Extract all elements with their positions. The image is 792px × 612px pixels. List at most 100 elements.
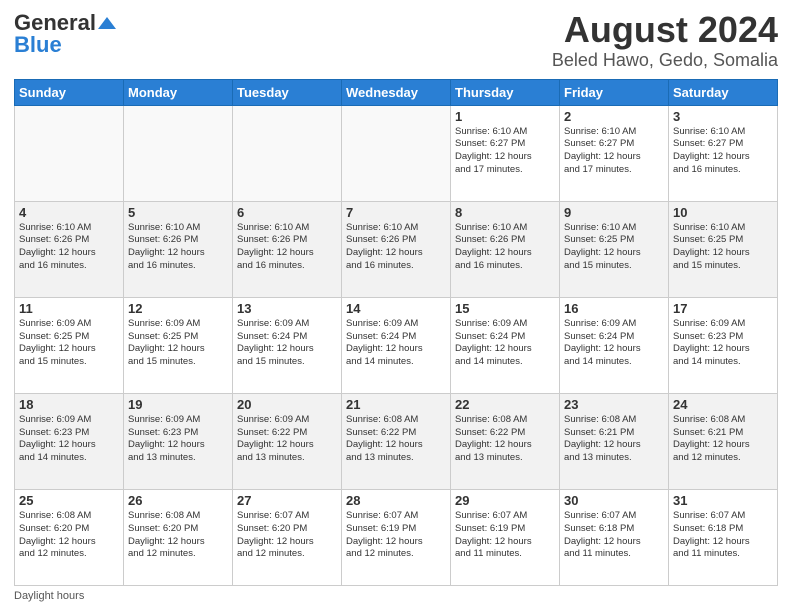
calendar-cell: [15, 105, 124, 201]
day-info: Sunrise: 6:07 AM Sunset: 6:19 PM Dayligh…: [455, 510, 555, 561]
day-number: 13: [237, 301, 337, 316]
footer-note: Daylight hours: [14, 590, 778, 602]
calendar-week-row: 25 Sunrise: 6:08 AM Sunset: 6:20 PM Dayli…: [15, 489, 778, 585]
calendar-cell: 20Sunrise: 6:09 AM Sunset: 6:22 PM Dayli…: [233, 393, 342, 489]
logo-icon: [98, 17, 116, 29]
calendar-cell: 5Sunrise: 6:10 AM Sunset: 6:26 PM Daylig…: [124, 201, 233, 297]
calendar-cell: 1 Sunrise: 6:10 AM Sunset: 6:27 PM Daylig…: [451, 105, 560, 201]
day-number: 8: [455, 205, 555, 220]
day-number: 15: [455, 301, 555, 316]
calendar-cell: 18Sunrise: 6:09 AM Sunset: 6:23 PM Dayli…: [15, 393, 124, 489]
calendar-cell: 12 Sunrise: 6:09 AM Sunset: 6:25 PM Dayli…: [124, 297, 233, 393]
calendar-day-header: Sunday: [15, 79, 124, 105]
day-info: Sunrise: 6:10 AM Sunset: 6:27 PM Dayligh…: [564, 126, 664, 177]
page: General Blue August 2024 Beled Hawo, Ged…: [0, 0, 792, 612]
calendar-cell: 15 Sunrise: 6:09 AM Sunset: 6:24 PM Dayli…: [451, 297, 560, 393]
calendar-cell: 11 Sunrise: 6:09 AM Sunset: 6:25 PM Dayli…: [15, 297, 124, 393]
day-info: Sunrise: 6:10 AM Sunset: 6:27 PM Dayligh…: [673, 126, 773, 177]
day-number: 26: [128, 493, 228, 508]
day-info: Sunrise: 6:09 AM Sunset: 6:24 PM Dayligh…: [564, 318, 664, 369]
day-number: 7: [346, 205, 446, 220]
day-info: Sunrise: 6:10 AM Sunset: 6:27 PM Dayligh…: [455, 126, 555, 177]
day-number: 9: [564, 205, 664, 220]
day-info: Sunrise: 6:09 AM Sunset: 6:24 PM Dayligh…: [346, 318, 446, 369]
calendar-cell: 21 Sunrise: 6:08 AM Sunset: 6:22 PM Dayli…: [342, 393, 451, 489]
calendar-cell: 30 Sunrise: 6:07 AM Sunset: 6:18 PM Dayli…: [560, 489, 669, 585]
calendar-week-row: 18Sunrise: 6:09 AM Sunset: 6:23 PM Dayli…: [15, 393, 778, 489]
day-info: Sunrise: 6:09 AM Sunset: 6:23 PM Dayligh…: [19, 414, 119, 465]
header: General Blue August 2024 Beled Hawo, Ged…: [14, 10, 778, 71]
logo-blue: Blue: [14, 32, 62, 58]
calendar-subtitle: Beled Hawo, Gedo, Somalia: [552, 50, 778, 71]
day-number: 6: [237, 205, 337, 220]
day-number: 11: [19, 301, 119, 316]
day-number: 28: [346, 493, 446, 508]
day-info: Sunrise: 6:07 AM Sunset: 6:18 PM Dayligh…: [564, 510, 664, 561]
day-info: Sunrise: 6:08 AM Sunset: 6:21 PM Dayligh…: [673, 414, 773, 465]
calendar-header-row: SundayMondayTuesdayWednesdayThursdayFrid…: [15, 79, 778, 105]
calendar-title: August 2024: [552, 10, 778, 50]
day-info: Sunrise: 6:09 AM Sunset: 6:25 PM Dayligh…: [19, 318, 119, 369]
day-info: Sunrise: 6:10 AM Sunset: 6:26 PM Dayligh…: [455, 222, 555, 273]
calendar-table: SundayMondayTuesdayWednesdayThursdayFrid…: [14, 79, 778, 586]
calendar-cell: 22Sunrise: 6:08 AM Sunset: 6:22 PM Dayli…: [451, 393, 560, 489]
day-info: Sunrise: 6:09 AM Sunset: 6:24 PM Dayligh…: [455, 318, 555, 369]
calendar-day-header: Friday: [560, 79, 669, 105]
calendar-day-header: Tuesday: [233, 79, 342, 105]
day-number: 10: [673, 205, 773, 220]
day-number: 2: [564, 109, 664, 124]
day-info: Sunrise: 6:09 AM Sunset: 6:23 PM Dayligh…: [128, 414, 228, 465]
calendar-cell: 28 Sunrise: 6:07 AM Sunset: 6:19 PM Dayli…: [342, 489, 451, 585]
calendar-cell: 31 Sunrise: 6:07 AM Sunset: 6:18 PM Dayli…: [669, 489, 778, 585]
calendar-cell: 17Sunrise: 6:09 AM Sunset: 6:23 PM Dayli…: [669, 297, 778, 393]
day-info: Sunrise: 6:07 AM Sunset: 6:19 PM Dayligh…: [346, 510, 446, 561]
day-number: 3: [673, 109, 773, 124]
calendar-day-header: Wednesday: [342, 79, 451, 105]
day-number: 19: [128, 397, 228, 412]
calendar-cell: 10 Sunrise: 6:10 AM Sunset: 6:25 PM Dayli…: [669, 201, 778, 297]
calendar-cell: 7 Sunrise: 6:10 AM Sunset: 6:26 PM Daylig…: [342, 201, 451, 297]
calendar-cell: 19 Sunrise: 6:09 AM Sunset: 6:23 PM Dayli…: [124, 393, 233, 489]
day-info: Sunrise: 6:08 AM Sunset: 6:21 PM Dayligh…: [564, 414, 664, 465]
day-number: 29: [455, 493, 555, 508]
day-info: Sunrise: 6:09 AM Sunset: 6:24 PM Dayligh…: [237, 318, 337, 369]
day-number: 14: [346, 301, 446, 316]
calendar-cell: 4Sunrise: 6:10 AM Sunset: 6:26 PM Daylig…: [15, 201, 124, 297]
calendar-week-row: 4Sunrise: 6:10 AM Sunset: 6:26 PM Daylig…: [15, 201, 778, 297]
day-info: Sunrise: 6:07 AM Sunset: 6:20 PM Dayligh…: [237, 510, 337, 561]
calendar-cell: 29 Sunrise: 6:07 AM Sunset: 6:19 PM Dayli…: [451, 489, 560, 585]
calendar-cell: 16 Sunrise: 6:09 AM Sunset: 6:24 PM Dayli…: [560, 297, 669, 393]
day-number: 20: [237, 397, 337, 412]
calendar-cell: [233, 105, 342, 201]
day-info: Sunrise: 6:10 AM Sunset: 6:26 PM Dayligh…: [346, 222, 446, 273]
calendar-cell: 2 Sunrise: 6:10 AM Sunset: 6:27 PM Daylig…: [560, 105, 669, 201]
day-info: Sunrise: 6:07 AM Sunset: 6:18 PM Dayligh…: [673, 510, 773, 561]
day-info: Sunrise: 6:10 AM Sunset: 6:25 PM Dayligh…: [673, 222, 773, 273]
day-number: 27: [237, 493, 337, 508]
day-number: 16: [564, 301, 664, 316]
day-info: Sunrise: 6:08 AM Sunset: 6:20 PM Dayligh…: [128, 510, 228, 561]
day-info: Sunrise: 6:08 AM Sunset: 6:22 PM Dayligh…: [455, 414, 555, 465]
calendar-cell: 13 Sunrise: 6:09 AM Sunset: 6:24 PM Dayli…: [233, 297, 342, 393]
calendar-cell: 25 Sunrise: 6:08 AM Sunset: 6:20 PM Dayli…: [15, 489, 124, 585]
day-number: 1: [455, 109, 555, 124]
calendar-day-header: Thursday: [451, 79, 560, 105]
day-number: 21: [346, 397, 446, 412]
day-number: 25: [19, 493, 119, 508]
calendar-cell: 9Sunrise: 6:10 AM Sunset: 6:25 PM Daylig…: [560, 201, 669, 297]
calendar-week-row: 1 Sunrise: 6:10 AM Sunset: 6:27 PM Daylig…: [15, 105, 778, 201]
day-number: 31: [673, 493, 773, 508]
day-number: 12: [128, 301, 228, 316]
calendar-cell: 3 Sunrise: 6:10 AM Sunset: 6:27 PM Daylig…: [669, 105, 778, 201]
day-info: Sunrise: 6:08 AM Sunset: 6:22 PM Dayligh…: [346, 414, 446, 465]
day-number: 17: [673, 301, 773, 316]
day-info: Sunrise: 6:10 AM Sunset: 6:26 PM Dayligh…: [19, 222, 119, 273]
day-info: Sunrise: 6:08 AM Sunset: 6:20 PM Dayligh…: [19, 510, 119, 561]
calendar-cell: 14 Sunrise: 6:09 AM Sunset: 6:24 PM Dayli…: [342, 297, 451, 393]
calendar-cell: 8 Sunrise: 6:10 AM Sunset: 6:26 PM Daylig…: [451, 201, 560, 297]
title-block: August 2024 Beled Hawo, Gedo, Somalia: [552, 10, 778, 71]
day-info: Sunrise: 6:09 AM Sunset: 6:25 PM Dayligh…: [128, 318, 228, 369]
calendar-cell: [342, 105, 451, 201]
calendar-cell: [124, 105, 233, 201]
day-number: 30: [564, 493, 664, 508]
